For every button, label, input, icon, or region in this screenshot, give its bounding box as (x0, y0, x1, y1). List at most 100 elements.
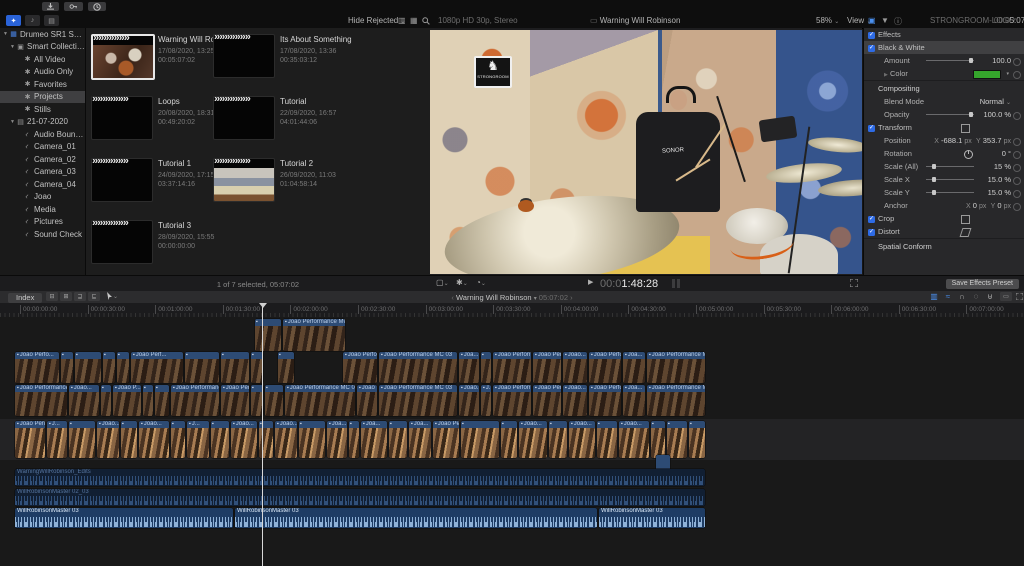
strongroom-logo-overlay[interactable]: ♞ STRONGROOM (474, 56, 512, 88)
save-effects-preset-button[interactable]: Save Effects Preset (946, 279, 1019, 289)
checkbox-checked[interactable]: ✓ (868, 216, 875, 223)
timeline-video-clip[interactable] (143, 385, 153, 416)
timeline-video-clip[interactable]: Joa... (409, 421, 431, 458)
clip-thumbnail[interactable]: »»»»»»» (91, 220, 153, 264)
list-view-icon[interactable]: ▦ (410, 16, 418, 25)
sidebar-item-audio-only[interactable]: ✱Audio Only (0, 66, 85, 79)
clip-thumbnail[interactable]: »»»»»»» (91, 158, 153, 202)
video-inspector-tab[interactable]: ▣ (868, 16, 876, 25)
timeline-video-clip[interactable] (389, 421, 407, 458)
viewer-expand-button[interactable] (850, 278, 858, 287)
timeline-video-clip[interactable]: Joao Performa... (493, 385, 531, 416)
timeline-video-clip[interactable] (185, 352, 219, 383)
timeline-video-clip[interactable] (155, 385, 169, 416)
timeline-video-clip[interactable] (689, 421, 705, 458)
timeline-video-clip[interactable]: Joao Performance MC... (15, 385, 67, 416)
timeline-video-clip[interactable]: J... (481, 385, 491, 416)
reset-button[interactable] (1013, 203, 1021, 211)
checkbox-checked[interactable]: ✓ (868, 229, 875, 236)
row-value[interactable]: 15.0 % (988, 175, 1011, 184)
row-value[interactable]: 15 % (994, 162, 1011, 171)
timeline-video-clip[interactable]: Joao... (459, 385, 479, 416)
timeline-video-clip[interactable]: Joa... (459, 352, 479, 383)
slider-track[interactable] (926, 179, 974, 180)
timeline-audio-clip[interactable]: WillRobinsonMaster 03 (15, 508, 233, 528)
timeline-video-clip[interactable]: Joao Performa... (433, 421, 459, 458)
timeline-settings-button[interactable]: ▭ (1000, 292, 1012, 301)
sidebar-item-stills[interactable]: ✱Stills (0, 103, 85, 116)
sidebar-item-smart-collections[interactable]: ▼▣Smart Collections (0, 41, 85, 54)
slider-knob[interactable] (932, 190, 936, 195)
timeline-audio-clip[interactable]: WarningWillRobinson_Edits (15, 469, 705, 486)
sidebar-item-all-video[interactable]: ✱All Video (0, 53, 85, 66)
sidebar-item-media[interactable]: ⌐Media (0, 203, 85, 216)
project-prev-arrow[interactable]: ‹ (451, 293, 454, 302)
timeline-video-clip[interactable]: Joa... (327, 421, 347, 458)
playhead[interactable] (262, 303, 263, 566)
timeline-video-clip[interactable] (255, 319, 281, 351)
viewer-360-tool[interactable]: ◔⌄ (476, 278, 486, 287)
audio-skimming-toggle[interactable]: ∩ (956, 292, 968, 301)
timeline-video-clip[interactable]: Joao Performance MC... (283, 319, 345, 351)
timeline-video-clip[interactable] (61, 352, 73, 383)
keyword-editor-button[interactable] (64, 2, 83, 11)
row-value[interactable]: 15.0 % (988, 188, 1011, 197)
sidebar-item-camera-04[interactable]: ⌐Camera_04 (0, 178, 85, 191)
timeline-video-clip[interactable] (171, 421, 185, 458)
timeline-video-clip[interactable]: Joao Perfo... (589, 352, 621, 383)
timeline-video-clip[interactable] (501, 421, 517, 458)
timeline-video-clip[interactable]: Joao Perfo... (589, 385, 621, 416)
sidebar-item-favorites[interactable]: ✱Favorites (0, 78, 85, 91)
slider-knob[interactable] (969, 58, 973, 63)
timeline-video-clip[interactable] (278, 352, 294, 383)
timeline-video-clip[interactable]: Joao... (231, 421, 257, 458)
browser-clip[interactable]: »»»»»»»Tutorial22/09/2020, 16:5704:01:44… (210, 96, 378, 158)
timeline-video-clip[interactable] (461, 421, 499, 458)
timeline-video-clip[interactable] (221, 352, 249, 383)
timeline-video-clip[interactable] (651, 421, 665, 458)
timeline-video-clip[interactable]: Joao Performa... (493, 352, 531, 383)
timeline-video-clip[interactable]: Joao Performance MC 03 (379, 385, 457, 416)
photos-audio-sidebar-tab[interactable]: ♪ (25, 15, 40, 26)
timeline-video-clip[interactable]: Joao Perfo... (343, 352, 377, 383)
checkbox-checked[interactable]: ✓ (868, 125, 875, 132)
project-next-arrow[interactable]: › (570, 293, 573, 302)
xy-values[interactable]: X -688.1 px Y 353.7 px (934, 136, 1011, 145)
timeline-video-clip[interactable]: Joao Perf... (15, 421, 45, 458)
background-tasks-button[interactable] (88, 2, 106, 11)
timeline-video-clip[interactable]: Joao Perfo... (15, 352, 59, 383)
viewer-video[interactable]: SONOR ♞ STRONGROOM (430, 30, 862, 274)
sidebar-item-projects[interactable]: ✱Projects (0, 91, 85, 104)
timeline-video-clip[interactable]: Joao Perfo... (357, 385, 377, 416)
reset-button[interactable] (1013, 138, 1021, 146)
timeline-video-clip[interactable] (103, 352, 115, 383)
timeline-video-clip[interactable] (101, 385, 111, 416)
timeline-video-clip[interactable]: Joao... (563, 352, 587, 383)
timeline-video-clip[interactable]: J... (187, 421, 209, 458)
libraries-sidebar-tab[interactable]: ✦ (6, 15, 21, 26)
reset-button[interactable] (1013, 112, 1021, 120)
slider-track[interactable] (926, 114, 974, 115)
effects-inspector-tab[interactable]: ▼ (881, 16, 889, 25)
sidebar-item-21-07-2020[interactable]: ▼▤21-07-2020 (0, 116, 85, 129)
browser-clip[interactable]: »»»»»»»Tutorial 226/09/2020, 11:0301:04:… (210, 158, 378, 220)
clip-thumbnail[interactable]: »»»»»»» (91, 34, 155, 80)
viewer-overlay-tool[interactable]: ▢⌄ (436, 278, 449, 287)
timeline-video-clip[interactable] (549, 421, 567, 458)
reset-button[interactable] (1013, 164, 1021, 172)
disclosure-triangle-icon[interactable]: ▼ (9, 119, 16, 125)
timeline-video-clip[interactable] (597, 421, 617, 458)
viewer-zoom-popup[interactable]: 58% ⌄ (816, 16, 839, 25)
sidebar-item-pictures[interactable]: ⌐Pictures (0, 216, 85, 229)
square-icon[interactable] (961, 215, 970, 224)
timeline-video-clip[interactable] (69, 421, 95, 458)
timeline-video-clip[interactable] (667, 421, 687, 458)
timeline-audio-clip[interactable]: WillRobinsonMaster 03 (599, 508, 705, 528)
timeline-video-clip[interactable]: Joao Performance MC... (647, 352, 705, 383)
row-value[interactable]: 0 ° (1002, 149, 1011, 158)
timeline-video-clip[interactable] (481, 352, 491, 383)
timeline-video-clip[interactable]: Joao Performanc... (171, 385, 219, 416)
slider-knob[interactable] (969, 112, 973, 117)
timeline-ruler[interactable]: 00:00:00:0000:00:30:0000:01:00:0000:01:3… (0, 303, 1024, 318)
clip-appearance-icon[interactable]: ▥ (398, 16, 406, 25)
